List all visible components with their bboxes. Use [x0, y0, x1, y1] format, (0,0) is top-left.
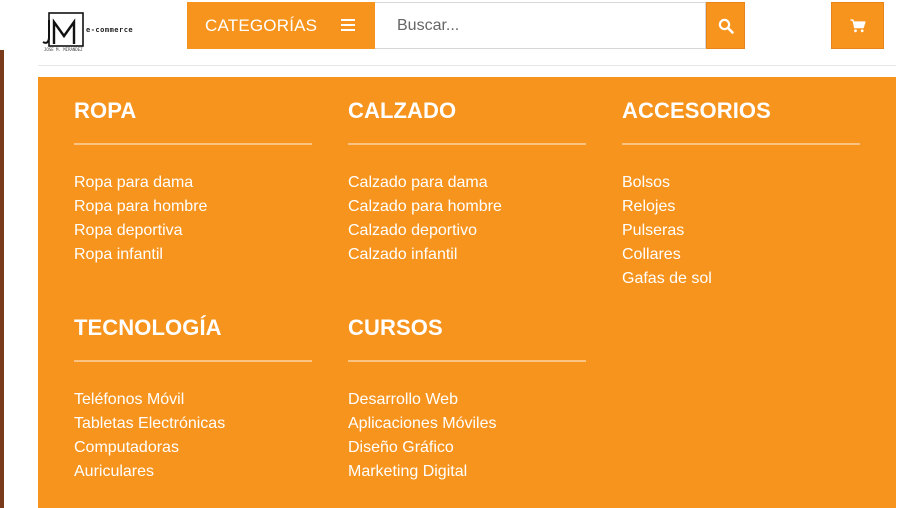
menu-link[interactable]: Computadoras [74, 439, 179, 456]
column-title: CALZADO [348, 98, 457, 123]
menu-link[interactable]: Pulseras [622, 222, 684, 239]
search-input[interactable] [375, 2, 706, 49]
hamburger-icon [341, 19, 355, 31]
categories-label: CATEGORÍAS [205, 15, 318, 35]
menu-link[interactable]: Auriculares [74, 463, 154, 480]
menu-link[interactable]: Ropa infantil [74, 246, 163, 263]
column-title: CURSOS [348, 315, 443, 340]
column-links: Teléfonos Móvil Tabletas Electrónicas Co… [74, 388, 314, 484]
column-links: Ropa para dama Ropa para hombre Ropa dep… [74, 171, 314, 267]
menu-link[interactable]: Ropa para hombre [74, 198, 207, 215]
logo-subtitle: JOSE M. MIRANDEZ [44, 47, 83, 52]
logo-text: e-commerce [86, 26, 134, 34]
column-title: TECNOLOGÍA [74, 315, 222, 340]
column-divider [622, 143, 860, 145]
menu-link[interactable]: Ropa deportiva [74, 222, 183, 239]
menu-link[interactable]: Calzado para dama [348, 174, 488, 191]
menu-link[interactable]: Marketing Digital [348, 463, 467, 480]
menu-link[interactable]: Relojes [622, 198, 675, 215]
window-edge [0, 0, 4, 508]
menu-link[interactable]: Collares [622, 246, 681, 263]
cart-button[interactable] [831, 2, 884, 49]
search-button[interactable] [706, 2, 745, 49]
menu-link[interactable]: Ropa para dama [74, 174, 193, 191]
menu-link[interactable]: Tabletas Electrónicas [74, 415, 225, 432]
column-divider [348, 143, 586, 145]
menu-link[interactable]: Calzado infantil [348, 246, 457, 263]
menu-link[interactable]: Gafas de sol [622, 270, 712, 287]
menu-link[interactable]: Calzado para hombre [348, 198, 502, 215]
column-links: Bolsos Relojes Pulseras Collares Gafas d… [622, 171, 862, 291]
categories-button[interactable]: CATEGORÍAS [187, 2, 375, 49]
column-divider [74, 360, 312, 362]
menu-link[interactable]: Teléfonos Móvil [74, 391, 184, 408]
menu-column-calzado: CALZADO Calzado para dama Calzado para h… [348, 97, 588, 267]
menu-link[interactable]: Diseño Gráfico [348, 439, 454, 456]
cart-icon [850, 18, 866, 32]
menu-link[interactable]: Bolsos [622, 174, 670, 191]
site-header: e-commerce JOSE M. MIRANDEZ CATEGORÍAS [0, 0, 900, 70]
categories-mega-menu: ROPA Ropa para dama Ropa para hombre Rop… [38, 77, 896, 508]
menu-link[interactable]: Desarrollo Web [348, 391, 458, 408]
menu-column-accesorios: ACCESORIOS Bolsos Relojes Pulseras Colla… [622, 97, 862, 291]
column-links: Desarrollo Web Aplicaciones Móviles Dise… [348, 388, 588, 484]
search-icon [718, 18, 734, 34]
site-logo[interactable]: e-commerce JOSE M. MIRANDEZ [40, 12, 152, 54]
header-divider [38, 65, 896, 66]
menu-column-cursos: CURSOS Desarrollo Web Aplicaciones Móvil… [348, 314, 588, 484]
menu-link[interactable]: Aplicaciones Móviles [348, 415, 497, 432]
menu-link[interactable]: Calzado deportivo [348, 222, 477, 239]
menu-column-ropa: ROPA Ropa para dama Ropa para hombre Rop… [74, 97, 314, 267]
column-links: Calzado para dama Calzado para hombre Ca… [348, 171, 588, 267]
column-divider [74, 143, 312, 145]
menu-column-tecnologia: TECNOLOGÍA Teléfonos Móvil Tabletas Elec… [74, 314, 314, 484]
column-divider [348, 360, 586, 362]
column-title: ACCESORIOS [622, 98, 771, 123]
column-title: ROPA [74, 98, 137, 123]
